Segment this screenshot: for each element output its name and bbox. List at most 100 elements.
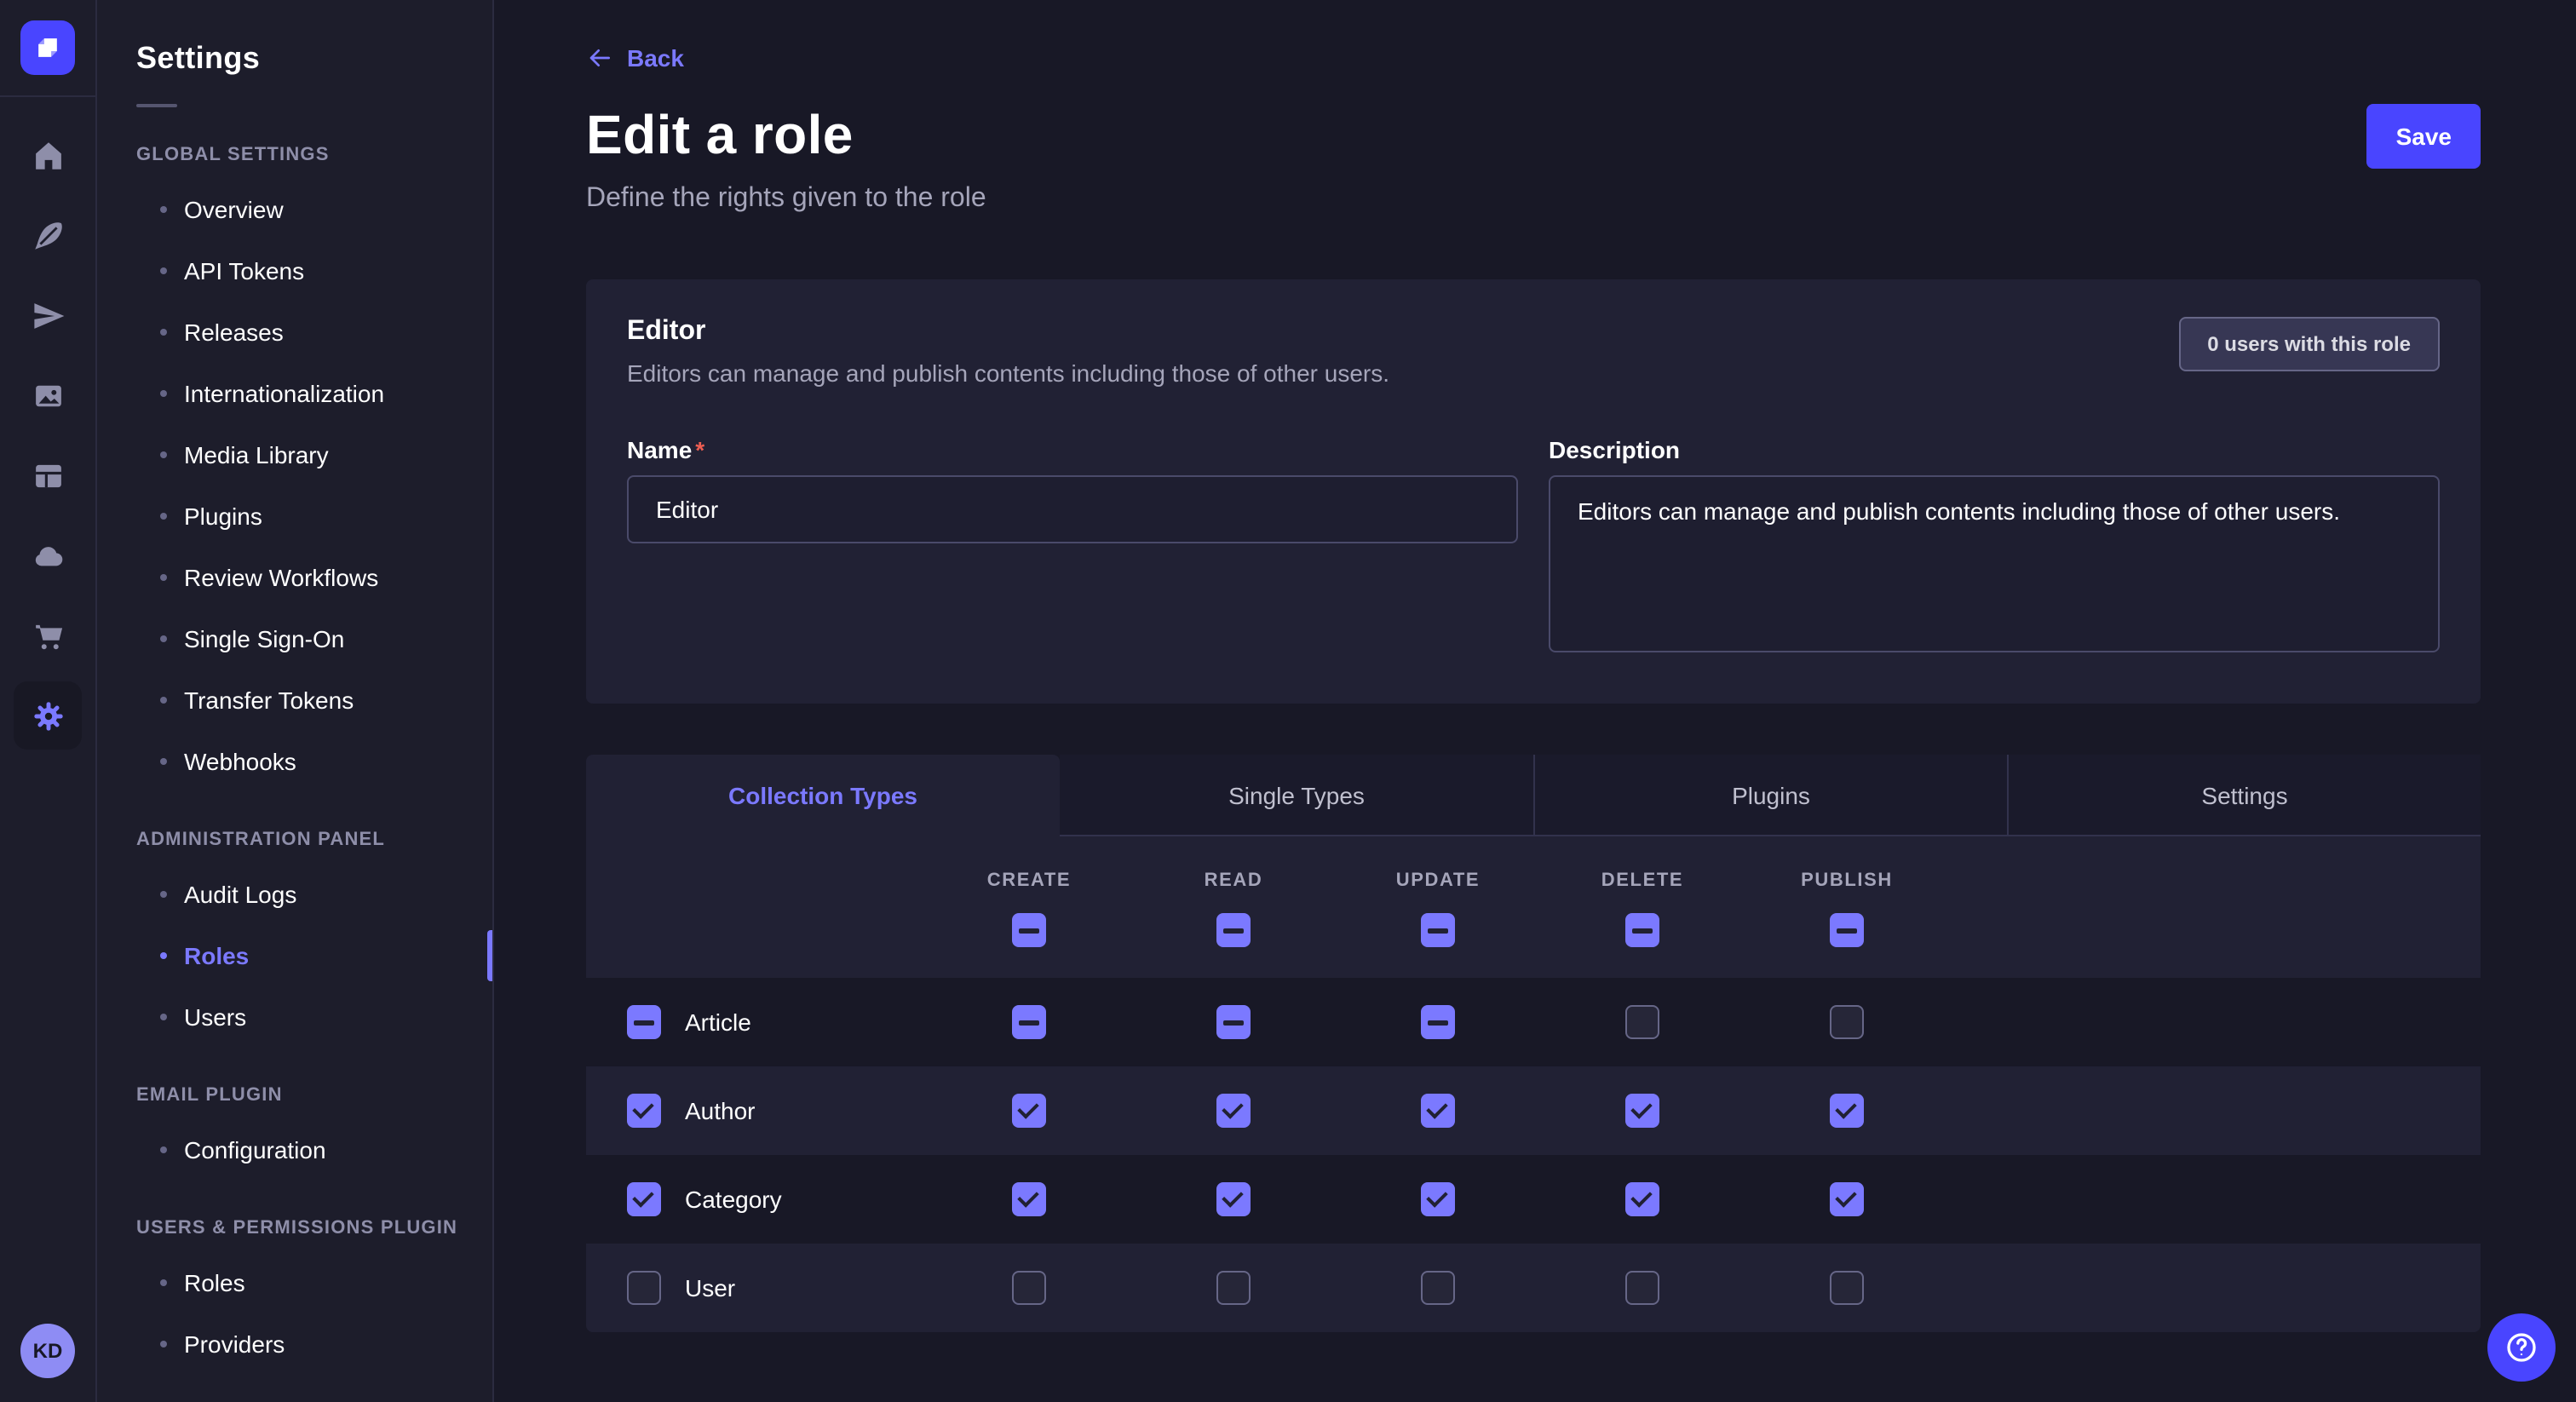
row-label-cell: User <box>586 1271 927 1305</box>
category-row-checkbox[interactable] <box>627 1182 661 1216</box>
category-update-checkbox[interactable] <box>1421 1182 1455 1216</box>
user-update-checkbox[interactable] <box>1421 1271 1455 1305</box>
cloud-icon[interactable] <box>27 535 68 576</box>
author-update-checkbox[interactable] <box>1421 1094 1455 1128</box>
sidebar-item-roles[interactable]: Roles <box>95 1252 492 1313</box>
sidebar-item-users[interactable]: Users <box>95 986 492 1048</box>
tab-single-types[interactable]: Single Types <box>1060 755 1533 836</box>
author-publish-checkbox[interactable] <box>1830 1094 1864 1128</box>
description-label: Description <box>1549 436 2440 463</box>
select-all-delete-checkbox[interactable] <box>1625 913 1659 947</box>
user-create-checkbox[interactable] <box>1012 1271 1046 1305</box>
help-button[interactable] <box>2487 1313 2556 1382</box>
settings-sidebar: Settings GLOBAL SETTINGSOverviewAPI Toke… <box>95 0 494 1402</box>
user-row-checkbox[interactable] <box>627 1271 661 1305</box>
bullet-icon <box>160 390 167 397</box>
sidebar-item-providers[interactable]: Providers <box>95 1313 492 1375</box>
home-icon[interactable] <box>27 135 68 175</box>
app: KD Settings GLOBAL SETTINGS Overview API T… <box>0 0 2576 1402</box>
sidebar-item-audit-logs[interactable]: Audit Logs <box>95 864 492 925</box>
permission-row-article: Article <box>586 978 2481 1066</box>
strapi-logo[interactable] <box>20 20 75 75</box>
user-read-checkbox[interactable] <box>1216 1271 1251 1305</box>
category-publish-checkbox[interactable] <box>1830 1182 1864 1216</box>
tab-plugins[interactable]: Plugins <box>1533 755 2007 836</box>
name-label: Name* <box>627 436 1518 463</box>
cell <box>1745 1094 1949 1128</box>
settings-gear-icon[interactable] <box>14 681 82 750</box>
back-link[interactable]: Back <box>586 44 684 72</box>
sidebar-item-transfer-tokens[interactable]: Transfer Tokens <box>95 669 492 731</box>
name-field: Name* <box>627 436 1518 661</box>
sidebar-item-webhooks[interactable]: Webhooks <box>95 731 492 792</box>
cell <box>1745 1005 1949 1039</box>
bullet-icon <box>160 1146 167 1153</box>
author-read-checkbox[interactable] <box>1216 1094 1251 1128</box>
sidebar-item-configuration[interactable]: Configuration <box>95 1119 492 1181</box>
sidebar-item-review-workflows[interactable]: Review Workflows <box>95 547 492 608</box>
permissions-tabs: Collection TypesSingle TypesPluginsSetti… <box>586 755 2481 836</box>
cell <box>927 1182 1131 1216</box>
article-update-checkbox[interactable] <box>1421 1005 1455 1039</box>
author-row-checkbox[interactable] <box>627 1094 661 1128</box>
page-title: Edit a role <box>586 104 986 167</box>
sidebar-item-overview[interactable]: Overview <box>95 179 492 240</box>
role-details-card: Editor Editors can manage and publish co… <box>586 279 2481 704</box>
sidebar-item-api-tokens[interactable]: API Tokens <box>95 240 492 302</box>
role-heading: Editor <box>627 317 1389 348</box>
sidebar-item-internationalization[interactable]: Internationalization <box>95 363 492 424</box>
main-nav-rail: KD <box>0 0 97 1402</box>
marketplace-cart-icon[interactable] <box>27 615 68 656</box>
permission-row-author: Author <box>586 1066 2481 1155</box>
bullet-icon <box>160 758 167 765</box>
article-publish-checkbox[interactable] <box>1830 1005 1864 1039</box>
sidebar-item-label: Overview <box>184 196 284 223</box>
permissions-panel: Collection TypesSingle TypesPluginsSetti… <box>586 755 2481 1332</box>
permission-row-category: Category <box>586 1155 2481 1244</box>
article-delete-checkbox[interactable] <box>1625 1005 1659 1039</box>
user-delete-checkbox[interactable] <box>1625 1271 1659 1305</box>
article-read-checkbox[interactable] <box>1216 1005 1251 1039</box>
author-delete-checkbox[interactable] <box>1625 1094 1659 1128</box>
author-create-checkbox[interactable] <box>1012 1094 1046 1128</box>
sidebar-item-media-library[interactable]: Media Library <box>95 424 492 486</box>
sidebar-item-label: Transfer Tokens <box>184 687 354 714</box>
paper-plane-icon[interactable] <box>27 295 68 336</box>
back-label: Back <box>627 44 684 72</box>
sidebar-item-label: Internationalization <box>184 380 384 407</box>
feather-icon[interactable] <box>27 215 68 256</box>
select-all-read-checkbox[interactable] <box>1216 913 1251 947</box>
name-input[interactable] <box>627 475 1518 543</box>
select-all-publish-checkbox[interactable] <box>1830 913 1864 947</box>
category-create-checkbox[interactable] <box>1012 1182 1046 1216</box>
header-spacer <box>586 871 927 947</box>
sidebar-item-releases[interactable]: Releases <box>95 302 492 363</box>
sidebar-item-single-sign-on[interactable]: Single Sign-On <box>95 608 492 669</box>
tab-collection-types[interactable]: Collection Types <box>586 755 1060 836</box>
layout-icon[interactable] <box>27 455 68 496</box>
select-all-create-checkbox[interactable] <box>1012 913 1046 947</box>
user-avatar[interactable]: KD <box>20 1324 75 1378</box>
sidebar-item-roles[interactable]: Roles <box>95 925 492 986</box>
sidebar-section-label: EMAIL PLUGIN <box>95 1085 492 1106</box>
save-button[interactable]: Save <box>2367 104 2481 169</box>
sidebar-item-plugins[interactable]: Plugins <box>95 486 492 547</box>
select-all-update-checkbox[interactable] <box>1421 913 1455 947</box>
sidebar-section-email-plugin: EMAIL PLUGIN Configuration <box>95 1085 492 1181</box>
sidebar-section-label: GLOBAL SETTINGS <box>95 145 492 165</box>
user-publish-checkbox[interactable] <box>1830 1271 1864 1305</box>
category-read-checkbox[interactable] <box>1216 1182 1251 1216</box>
tab-settings[interactable]: Settings <box>2007 755 2481 836</box>
page-subtitle: Define the rights given to the role <box>586 184 986 215</box>
article-row-checkbox[interactable] <box>627 1005 661 1039</box>
article-create-checkbox[interactable] <box>1012 1005 1046 1039</box>
cell <box>927 1094 1131 1128</box>
sidebar-section-administration-panel: ADMINISTRATION PANELAudit LogsRolesUsers <box>95 830 492 1048</box>
category-delete-checkbox[interactable] <box>1625 1182 1659 1216</box>
cell <box>1131 1094 1336 1128</box>
media-library-icon[interactable] <box>27 375 68 416</box>
description-input[interactable]: Editors can manage and publish contents … <box>1549 475 2440 652</box>
sidebar-item-label: Review Workflows <box>184 564 378 591</box>
sidebar-item-label: Users <box>184 1003 246 1031</box>
sidebar-item-label: Media Library <box>184 441 329 468</box>
